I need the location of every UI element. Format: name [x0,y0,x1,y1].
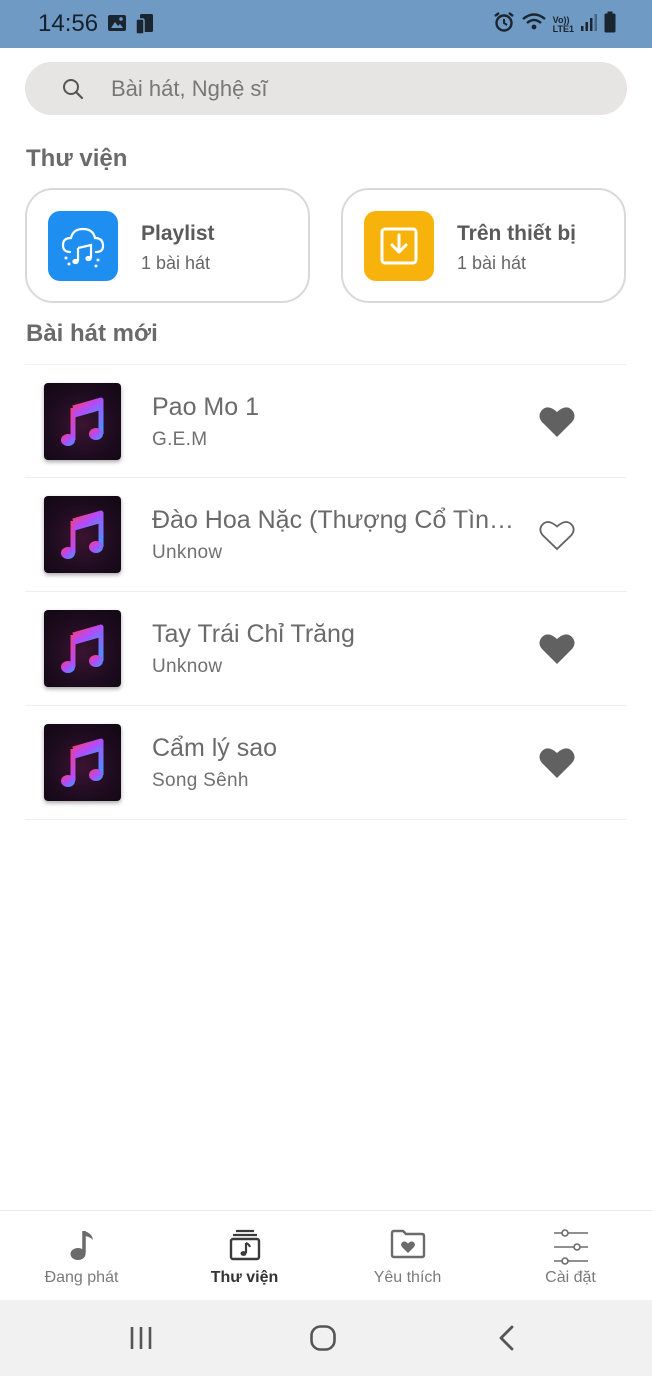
song-row[interactable]: Tay Trái Chỉ Trăng Unknow [25,592,627,706]
song-artist: Unknow [152,656,223,677]
album-art-music-icon [44,724,121,801]
favorite-heart-icon[interactable] [538,405,576,439]
music-note-icon [67,1228,97,1267]
song-artist: Unknow [152,542,223,563]
library-icon [228,1228,262,1267]
volte-icon: Vo)) LTE1 [552,14,574,34]
system-nav-bar [0,1300,652,1376]
nav-label: Đang phát [44,1269,119,1286]
favorite-heart-outline-icon[interactable] [538,518,576,552]
signal-icon [580,12,598,37]
song-row[interactable]: Pao Mo 1 G.E.M [25,364,627,478]
nav-settings[interactable]: Cài đặt [489,1211,652,1301]
gallery-icon [107,13,127,40]
nav-label: Yêu thích [373,1269,442,1286]
device-card-count: 1 bài hát [457,253,527,273]
nav-favorites[interactable]: Yêu thích [326,1211,489,1301]
album-art-music-icon [44,496,121,573]
new-songs-title: Bài hát mới [26,320,158,347]
nav-label: Thư viện [210,1269,279,1286]
nav-library[interactable]: Thư viện [163,1211,326,1301]
wifi-icon [521,12,547,37]
song-title: Pao Mo 1 [152,393,260,421]
battery-icon [604,11,616,38]
device-card-title: Trên thiết bị [457,222,577,245]
song-title: Cẩm lý sao [152,734,278,762]
download-icon [364,211,434,281]
back-icon[interactable] [496,1324,518,1357]
search-icon [61,77,85,106]
song-title: Tay Trái Chỉ Trăng [152,620,355,648]
search-bar[interactable]: Bài hát, Nghệ sĩ [25,62,627,115]
recents-icon[interactable] [128,1324,156,1357]
playlist-card-count: 1 bài hát [141,253,211,273]
cast-icon [135,13,157,40]
song-artist: Song Sênh [152,770,249,791]
song-artist: G.E.M [152,429,208,450]
bottom-nav: Đang phát Thư viện Yêu thích Cài đặt [0,1210,652,1300]
song-row[interactable]: Cẩm lý sao Song Sênh [25,706,627,820]
status-time: 14:56 [38,10,99,37]
album-art-music-icon [44,383,121,460]
favorite-heart-icon[interactable] [538,746,576,780]
home-icon[interactable] [309,1324,337,1357]
search-input[interactable]: Bài hát, Nghệ sĩ [111,76,268,102]
favorite-folder-icon [390,1228,426,1265]
nav-now-playing[interactable]: Đang phát [0,1211,163,1301]
nav-label: Cài đặt [545,1269,596,1286]
favorite-heart-icon[interactable] [538,632,576,666]
status-bar: 14:56 Vo)) LTE1 [0,0,652,48]
playlist-card-title: Playlist [141,222,215,245]
playlist-card[interactable]: Playlist 1 bài hát [25,188,310,303]
settings-sliders-icon [552,1228,590,1271]
library-title: Thư viện [26,145,128,172]
alarm-icon [493,11,515,38]
cloud-music-icon [48,211,118,281]
album-art-music-icon [44,610,121,687]
song-row[interactable]: Đào Hoa Nặc (Thượng Cổ Tình Ca) Unknow [25,478,627,592]
song-list: Pao Mo 1 G.E.M Đào Hoa Nặc (Thượng Cổ Tì… [25,364,627,820]
song-title: Đào Hoa Nặc (Thượng Cổ Tình Ca) [152,506,517,534]
device-card[interactable]: Trên thiết bị 1 bài hát [341,188,626,303]
